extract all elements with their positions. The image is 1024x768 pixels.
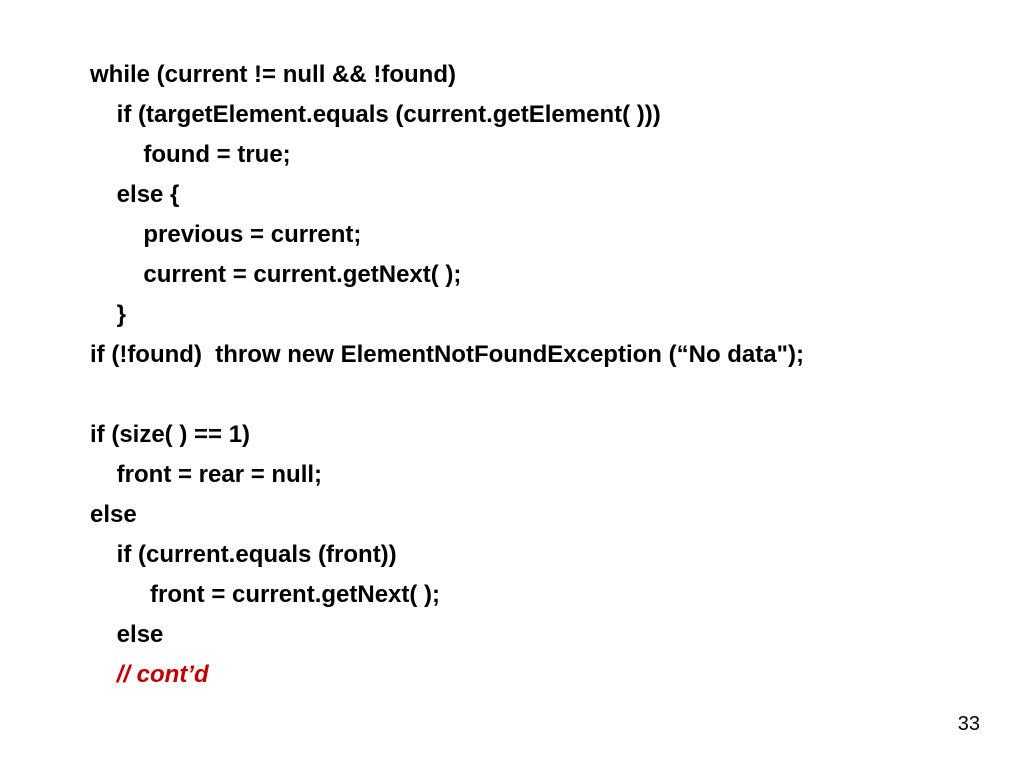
code-comment: // cont’d: [117, 661, 209, 688]
code-block: while (current != null && !found) if (ta…: [90, 55, 944, 695]
code-line: found = true;: [90, 141, 291, 168]
slide: while (current != null && !found) if (ta…: [0, 0, 1024, 768]
code-line: }: [90, 301, 126, 328]
code-line: front = rear = null;: [90, 461, 322, 488]
code-line: current = current.getNext( );: [90, 261, 461, 288]
code-line: previous = current;: [90, 221, 361, 248]
code-line: if (!found) throw new ElementNotFoundExc…: [90, 341, 804, 368]
code-line: front = current.getNext( );: [90, 581, 440, 608]
code-line: else {: [90, 181, 179, 208]
code-line: if (targetElement.equals (current.getEle…: [90, 101, 661, 128]
code-line: if (current.equals (front)): [90, 541, 397, 568]
code-line: else: [90, 621, 163, 648]
code-line-indent: [90, 661, 117, 688]
code-line: if (size( ) == 1): [90, 421, 250, 448]
page-number: 33: [958, 713, 980, 736]
code-line: while (current != null && !found): [90, 61, 456, 88]
code-line: else: [90, 501, 137, 528]
